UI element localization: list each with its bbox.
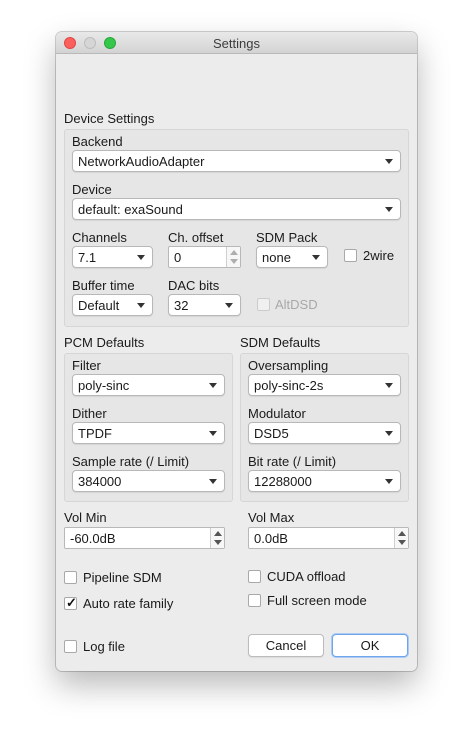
device-value: default: exaSound bbox=[78, 202, 183, 217]
sample-rate-select[interactable]: 384000 bbox=[72, 470, 225, 492]
dac-bits-select[interactable]: 32 bbox=[168, 294, 241, 316]
bit-rate-value: 12288000 bbox=[254, 474, 312, 489]
buffer-time-value: Default bbox=[78, 298, 120, 313]
filter-select[interactable]: poly-sinc bbox=[72, 374, 225, 396]
chevron-down-icon bbox=[209, 431, 217, 436]
chevron-down-icon bbox=[385, 383, 393, 388]
chevron-down-icon bbox=[209, 479, 217, 484]
sample-rate-value: 384000 bbox=[78, 474, 122, 489]
dac-bits-label: DAC bits bbox=[168, 278, 220, 293]
arrow-up-icon bbox=[398, 531, 406, 536]
sdm-pack-select[interactable]: none bbox=[256, 246, 328, 268]
log-file-checkbox[interactable] bbox=[64, 640, 77, 653]
arrow-up-icon bbox=[214, 531, 222, 536]
vol-max-label: Vol Max bbox=[248, 510, 295, 525]
sdm-pack-value: none bbox=[262, 250, 291, 265]
sdm-defaults-heading: SDM Defaults bbox=[240, 335, 321, 350]
arrow-down-icon bbox=[214, 540, 222, 545]
vol-max-stepper[interactable] bbox=[394, 528, 408, 548]
backend-select[interactable]: NetworkAudioAdapter bbox=[72, 150, 401, 172]
dither-label: Dither bbox=[72, 406, 107, 421]
full-screen-mode-checkbox[interactable] bbox=[248, 594, 261, 607]
modulator-select[interactable]: DSD5 bbox=[248, 422, 401, 444]
two-wire-label: 2wire bbox=[363, 248, 395, 263]
buffer-time-label: Buffer time bbox=[72, 278, 135, 293]
chevron-down-icon bbox=[385, 479, 393, 484]
pipeline-sdm-label: Pipeline SDM bbox=[83, 570, 162, 585]
device-select[interactable]: default: exaSound bbox=[72, 198, 401, 220]
oversampling-select[interactable]: poly-sinc-2s bbox=[248, 374, 401, 396]
backend-label: Backend bbox=[72, 134, 123, 149]
window-title: Settings bbox=[213, 36, 260, 51]
modulator-label: Modulator bbox=[248, 406, 306, 421]
cuda-offload-label: CUDA offload bbox=[267, 569, 346, 584]
dac-bits-value: 32 bbox=[174, 298, 189, 313]
ch-offset-value: 0 bbox=[174, 250, 182, 265]
buffer-time-select[interactable]: Default bbox=[72, 294, 153, 316]
auto-rate-family-label: Auto rate family bbox=[83, 596, 174, 611]
bit-rate-select[interactable]: 12288000 bbox=[248, 470, 401, 492]
arrow-down-icon bbox=[230, 259, 238, 264]
bit-rate-label: Bit rate (/ Limit) bbox=[248, 454, 337, 469]
sample-rate-label: Sample rate (/ Limit) bbox=[72, 454, 190, 469]
device-settings-heading: Device Settings bbox=[64, 111, 155, 126]
filter-value: poly-sinc bbox=[78, 378, 130, 393]
alt-dsd-checkbox[interactable] bbox=[257, 298, 270, 311]
vol-min-spinbox[interactable]: -60.0dB bbox=[64, 527, 225, 549]
chevron-down-icon bbox=[385, 207, 393, 212]
device-label: Device bbox=[72, 182, 112, 197]
arrow-down-icon bbox=[398, 540, 406, 545]
vol-min-value: -60.0dB bbox=[70, 531, 116, 546]
chevron-down-icon bbox=[137, 255, 145, 260]
channels-label: Channels bbox=[72, 230, 127, 245]
log-file-label: Log file bbox=[83, 639, 125, 654]
channels-value: 7.1 bbox=[78, 250, 97, 265]
filter-label: Filter bbox=[72, 358, 101, 373]
ok-button[interactable]: OK bbox=[332, 634, 408, 657]
settings-window: Settings Device Settings Backend Network… bbox=[56, 32, 417, 671]
full-screen-mode-label: Full screen mode bbox=[267, 593, 367, 608]
chevron-down-icon bbox=[385, 159, 393, 164]
channels-select[interactable]: 7.1 bbox=[72, 246, 153, 268]
chevron-down-icon bbox=[225, 303, 233, 308]
modulator-value: DSD5 bbox=[254, 426, 289, 441]
backend-value: NetworkAudioAdapter bbox=[78, 154, 205, 169]
two-wire-checkbox[interactable] bbox=[344, 249, 357, 262]
dither-value: TPDF bbox=[78, 426, 112, 441]
ch-offset-label: Ch. offset bbox=[168, 230, 224, 245]
chevron-down-icon bbox=[385, 431, 393, 436]
chevron-down-icon bbox=[209, 383, 217, 388]
alt-dsd-label: AltDSD bbox=[275, 297, 318, 312]
oversampling-label: Oversampling bbox=[248, 358, 329, 373]
arrow-up-icon bbox=[230, 250, 238, 255]
vol-max-value: 0.0dB bbox=[254, 531, 288, 546]
cancel-button[interactable]: Cancel bbox=[248, 634, 324, 657]
chevron-down-icon bbox=[137, 303, 145, 308]
vol-min-stepper[interactable] bbox=[210, 528, 224, 548]
oversampling-value: poly-sinc-2s bbox=[254, 378, 324, 393]
sdm-pack-label: SDM Pack bbox=[256, 230, 318, 245]
cuda-offload-checkbox[interactable] bbox=[248, 570, 261, 583]
checkmark-icon: ✓ bbox=[66, 595, 77, 610]
auto-rate-family-checkbox[interactable]: ✓ bbox=[64, 595, 77, 610]
pipeline-sdm-checkbox[interactable] bbox=[64, 571, 77, 584]
pcm-defaults-heading: PCM Defaults bbox=[64, 335, 145, 350]
ch-offset-stepper[interactable] bbox=[226, 247, 240, 267]
vol-min-label: Vol Min bbox=[64, 510, 107, 525]
dither-select[interactable]: TPDF bbox=[72, 422, 225, 444]
chevron-down-icon bbox=[312, 255, 320, 260]
title-bar: Settings bbox=[56, 32, 417, 54]
ch-offset-spinbox[interactable]: 0 bbox=[168, 246, 241, 268]
vol-max-spinbox[interactable]: 0.0dB bbox=[248, 527, 409, 549]
